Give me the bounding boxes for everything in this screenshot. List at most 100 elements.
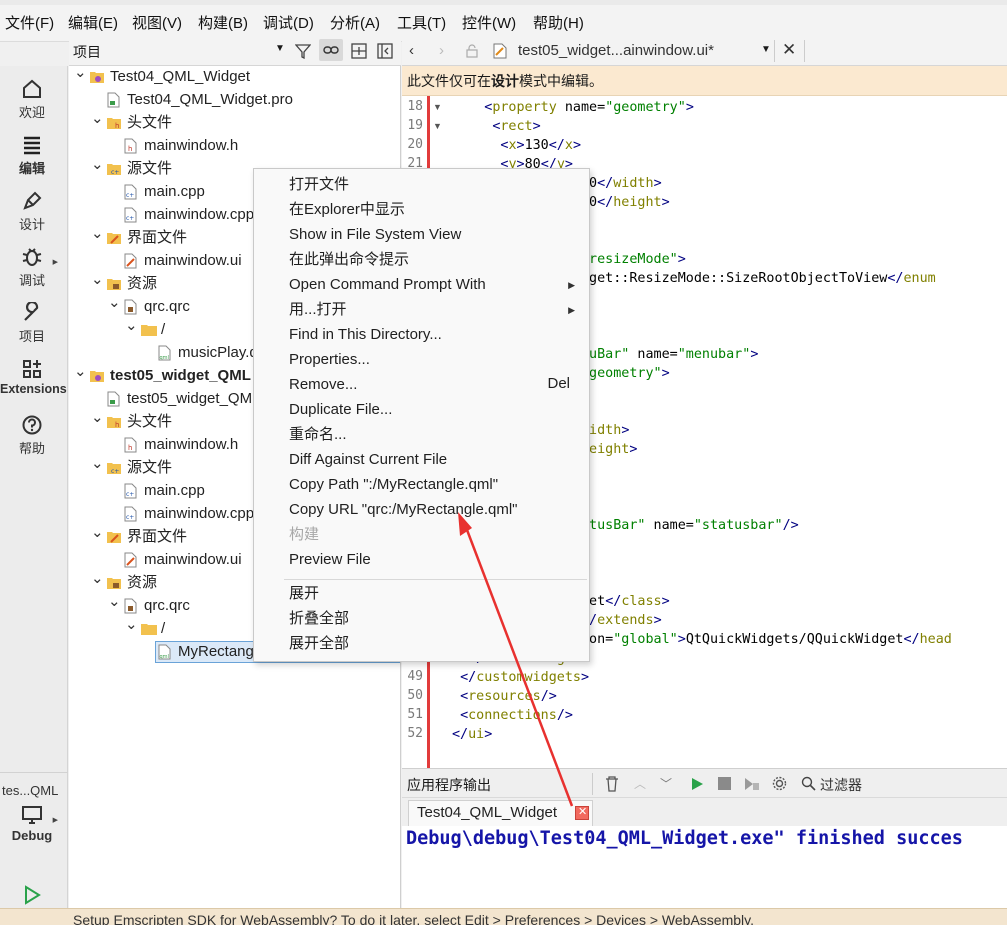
context-menu-item[interactable]: 折叠全部 bbox=[289, 609, 349, 629]
context-menu-item[interactable]: 展开 bbox=[289, 584, 319, 604]
mode-debug-label: 调试 bbox=[18, 273, 45, 288]
attach-debugger-icon[interactable] bbox=[744, 777, 760, 791]
mode-edit[interactable]: 编辑 bbox=[0, 134, 64, 177]
context-menu-item[interactable]: Preview File bbox=[289, 550, 371, 570]
expand-chevron-icon[interactable]: ⌄ bbox=[91, 453, 104, 475]
context-menu-item[interactable]: 展开全部 bbox=[289, 634, 349, 654]
context-menu-item[interactable]: Duplicate File... bbox=[289, 400, 392, 420]
output-pane-title: 应用程序输出 bbox=[407, 777, 491, 793]
context-menu-item[interactable]: 重命名... bbox=[289, 425, 347, 445]
view-dropdown-icon[interactable]: ▼ bbox=[275, 43, 285, 54]
trash-icon[interactable] bbox=[605, 776, 619, 792]
svg-text:h: h bbox=[128, 444, 132, 452]
tree-item[interactable]: ⌄ h 头文件 bbox=[69, 110, 400, 134]
expand-chevron-icon[interactable]: ⌄ bbox=[91, 154, 104, 176]
close-tab-icon[interactable]: ✕ bbox=[782, 40, 796, 60]
pro-file-icon bbox=[107, 92, 121, 108]
output-tab[interactable]: Test04_QML_Widget ✕ bbox=[408, 800, 593, 826]
tree-item-label: qrc.qrc bbox=[144, 597, 190, 614]
menu-tools[interactable]: 工具(T) bbox=[397, 12, 446, 33]
context-menu-item[interactable]: Find in This Directory... bbox=[289, 325, 442, 345]
expand-chevron-icon[interactable]: ⌄ bbox=[91, 407, 104, 429]
expand-chevron-icon[interactable]: ⌄ bbox=[91, 223, 104, 245]
kit-selector[interactable]: Debug ▶ bbox=[0, 804, 64, 843]
expand-chevron-icon[interactable]: ⌄ bbox=[91, 568, 104, 590]
mode-welcome[interactable]: 欢迎 bbox=[0, 78, 64, 121]
close-sidebar-icon[interactable] bbox=[377, 43, 393, 59]
banner-design-link[interactable]: 设计 bbox=[491, 73, 519, 89]
expand-chevron-icon[interactable]: ⌄ bbox=[108, 591, 121, 613]
forward-icon[interactable]: › bbox=[439, 42, 444, 59]
mode-design[interactable]: 设计 bbox=[0, 190, 64, 233]
tree-item[interactable]: Test04_QML_Widget.pro bbox=[69, 89, 400, 111]
mode-extensions[interactable]: Extensions bbox=[0, 358, 67, 396]
menu-view[interactable]: 视图(V) bbox=[132, 12, 182, 33]
status-message[interactable]: Setup Emscripten SDK for WebAssembly? To… bbox=[73, 912, 754, 925]
menu-debug[interactable]: 调试(D) bbox=[263, 12, 314, 33]
context-menu-item[interactable]: Remove... bbox=[289, 375, 357, 395]
output-console: Debug\debug\Test04_QML_Widget.exe" finis… bbox=[402, 826, 1007, 908]
menu-help[interactable]: 帮助(H) bbox=[533, 12, 584, 33]
expand-chevron-icon[interactable]: ⌄ bbox=[125, 614, 138, 636]
context-menu-item[interactable]: Open Command Prompt With bbox=[289, 275, 486, 295]
context-menu-item[interactable]: Properties... bbox=[289, 350, 370, 370]
menu-edit[interactable]: 编辑(E) bbox=[68, 12, 118, 33]
close-output-tab-button[interactable]: ✕ bbox=[575, 806, 589, 820]
line-number: 51 bbox=[407, 707, 423, 722]
context-menu-item[interactable]: 用...打开 bbox=[289, 300, 347, 320]
context-menu-item[interactable]: 打开文件 bbox=[289, 175, 349, 195]
tree-item-label: 源文件 bbox=[127, 160, 173, 177]
filter-icon[interactable] bbox=[295, 43, 311, 59]
expand-chevron-icon[interactable]: ⌄ bbox=[91, 108, 104, 130]
filter-input[interactable]: 过滤器 bbox=[820, 775, 862, 795]
expand-chevron-icon[interactable]: ⌄ bbox=[74, 361, 87, 383]
fold-marker-icon[interactable]: ▼ bbox=[433, 102, 442, 112]
banner-text-suffix: 模式中编辑。 bbox=[519, 73, 603, 89]
monitor-icon bbox=[22, 806, 42, 824]
tree-item[interactable]: ⌄ Test04_QML_Widget bbox=[69, 66, 400, 88]
context-menu-item[interactable]: Copy URL "qrc:/MyRectangle.qml" bbox=[289, 500, 518, 520]
mode-debug[interactable]: 调试 ▶ bbox=[0, 246, 64, 289]
mode-help[interactable]: 帮助 bbox=[0, 414, 64, 457]
tree-item-label: mainwindow.cpp bbox=[144, 505, 255, 522]
project-folder-icon bbox=[90, 368, 104, 384]
svg-text:h: h bbox=[115, 122, 119, 130]
sync-link-button[interactable] bbox=[319, 39, 343, 61]
down-icon[interactable]: ﹀ bbox=[660, 775, 672, 792]
tab-dropdown-icon[interactable]: ▼ bbox=[761, 44, 771, 55]
context-menu-item[interactable]: Show in File System View bbox=[289, 225, 461, 245]
context-menu-item[interactable]: 在Explorer中显示 bbox=[289, 200, 405, 220]
line-number: 52 bbox=[407, 726, 423, 741]
expand-chevron-icon[interactable]: ⌄ bbox=[91, 269, 104, 291]
menu-analyze[interactable]: 分析(A) bbox=[330, 12, 380, 33]
expand-chevron-icon[interactable]: ⌄ bbox=[125, 315, 138, 337]
expand-chevron-icon[interactable]: ⌄ bbox=[108, 292, 121, 314]
expand-chevron-icon[interactable]: ⌄ bbox=[74, 66, 87, 84]
line-number: 19 bbox=[407, 118, 423, 133]
svg-text:c+: c+ bbox=[126, 514, 134, 521]
status-bar: Setup Emscripten SDK for WebAssembly? To… bbox=[0, 908, 1007, 925]
menu-controls[interactable]: 控件(W) bbox=[462, 12, 516, 33]
code-line: <connections/> bbox=[460, 708, 573, 723]
menu-build[interactable]: 构建(B) bbox=[198, 12, 248, 33]
fold-marker-icon[interactable]: ▼ bbox=[433, 121, 442, 131]
context-menu-item[interactable]: 在此弹出命令提示 bbox=[289, 250, 409, 270]
context-menu-item[interactable]: Copy Path ":/MyRectangle.qml" bbox=[289, 475, 498, 495]
menu-file[interactable]: 文件(F) bbox=[5, 12, 54, 33]
help-icon bbox=[22, 415, 42, 435]
back-icon[interactable]: ‹ bbox=[409, 42, 414, 59]
editor-tab-title[interactable]: test05_widget...ainwindow.ui* bbox=[518, 42, 714, 59]
expand-chevron-icon[interactable]: ⌄ bbox=[91, 522, 104, 544]
rerun-icon[interactable] bbox=[690, 777, 704, 791]
editor-toolbar: ‹ › test05_widget...ainwindow.ui* ▼ ✕ bbox=[402, 36, 1007, 66]
mode-projects[interactable]: 项目 bbox=[0, 302, 64, 345]
up-icon[interactable]: ︿ bbox=[634, 775, 646, 792]
context-menu-item[interactable]: Diff Against Current File bbox=[289, 450, 447, 470]
stop-icon[interactable] bbox=[718, 777, 731, 790]
tree-item[interactable]: h mainwindow.h bbox=[69, 135, 400, 157]
tree-item-label: main.cpp bbox=[144, 482, 205, 499]
settings-icon[interactable] bbox=[772, 776, 787, 791]
ui-file-icon bbox=[124, 253, 138, 269]
split-icon[interactable] bbox=[351, 43, 367, 59]
run-button[interactable] bbox=[21, 884, 43, 909]
